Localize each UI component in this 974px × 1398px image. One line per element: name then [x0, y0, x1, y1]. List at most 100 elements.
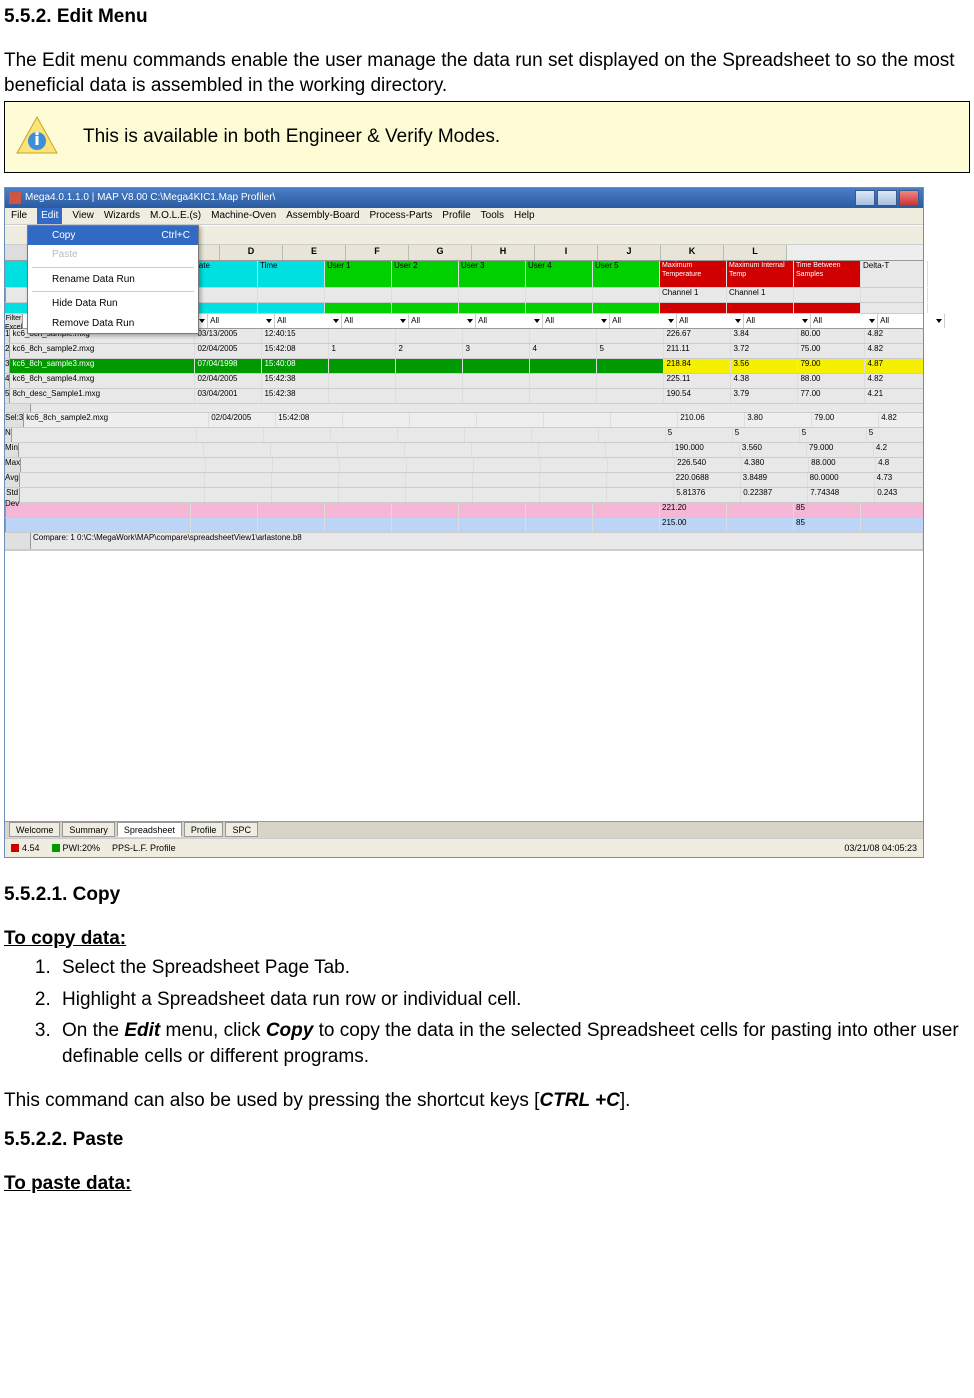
app-screenshot: Mega4.0.1.1.0 | MAP V8.00 C:\Mega4KIC1.M…	[4, 187, 924, 858]
menu-file[interactable]: File	[11, 209, 27, 223]
minimize-button[interactable]	[855, 190, 875, 206]
stats-row-min: Min 190.0003.56079.0004.2	[5, 443, 923, 458]
emphasis-copy: Copy	[266, 1020, 314, 1041]
hdr-user5: User 5	[593, 261, 660, 287]
menu-item-rename[interactable]: Rename Data Run	[28, 270, 198, 290]
sheet-tabs[interactable]: Welcome Summary Spreadsheet Profile SPC	[5, 821, 923, 838]
menu-item-hide[interactable]: Hide Data Run	[28, 294, 198, 314]
text-fragment: On the	[62, 1020, 124, 1041]
stats-row-max: Max 226.5404.38088.0004.8	[5, 458, 923, 473]
copy-procedure-head: To copy data:	[4, 926, 970, 952]
window-title: Mega4.0.1.1.0 | MAP V8.00 C:\Mega4KIC1.M…	[25, 191, 275, 205]
menu-item-paste: Paste	[28, 245, 198, 265]
section-heading: 5.5.2. Edit Menu	[4, 4, 970, 30]
menu-item-label: Paste	[52, 248, 78, 262]
empty-grid-area	[5, 550, 923, 821]
text-fragment: menu, click	[160, 1020, 266, 1041]
menu-separator	[32, 267, 194, 268]
hdr-deltat: Delta-T	[861, 261, 928, 287]
hdr-user1: User 1	[325, 261, 392, 287]
menu-item-label: Remove Data Run	[52, 317, 134, 331]
hdr-maxint: Maximum Internal Temp	[727, 261, 794, 287]
list-item: On the Edit menu, click Copy to copy the…	[56, 1018, 970, 1069]
table-row[interactable]: 2 kc6_8ch_sample2.mxg 02/04/200515:42:08…	[5, 344, 923, 359]
menu-view[interactable]: View	[72, 209, 94, 223]
paste-procedure-head: To paste data:	[4, 1171, 970, 1197]
menu-help[interactable]: Help	[514, 209, 535, 223]
status-profile: PPS-L.F. Profile	[112, 842, 176, 854]
menu-moles[interactable]: M.O.L.E.(s)	[150, 209, 201, 223]
table-row-selected[interactable]: 3 kc6_8ch_sample3.mxg 07/04/199815:40:08…	[5, 359, 923, 374]
emphasis-edit: Edit	[124, 1020, 160, 1041]
col-g[interactable]: G	[409, 245, 472, 260]
tab-summary[interactable]: Summary	[62, 822, 115, 837]
menu-item-label: Hide Data Run	[52, 297, 118, 311]
menu-separator	[32, 291, 194, 292]
status-value-1: 4.54	[22, 842, 40, 854]
menu-machine[interactable]: Machine-Oven	[211, 209, 276, 223]
info-note-box: This is available in both Engineer & Ver…	[4, 101, 970, 173]
col-h[interactable]: H	[472, 245, 535, 260]
shortcut-key: CTRL +C	[539, 1090, 619, 1111]
hdr-tbs: Time Between Samples	[794, 261, 861, 287]
tab-spreadsheet[interactable]: Spreadsheet	[117, 822, 182, 837]
menu-wizards[interactable]: Wizards	[104, 209, 140, 223]
list-item: Select the Spreadsheet Page Tab.	[56, 955, 970, 981]
subsection-paste: 5.5.2.2. Paste	[4, 1127, 970, 1153]
menu-item-remove[interactable]: Remove Data Run	[28, 314, 198, 334]
hdr-user2: User 2	[392, 261, 459, 287]
table-row[interactable]: 5 8ch_desc_Sample1.mxg 03/04/200115:42:3…	[5, 389, 923, 404]
col-d[interactable]: D	[220, 245, 283, 260]
menu-process[interactable]: Process-Parts	[370, 209, 433, 223]
hdr-date: Date	[191, 261, 258, 287]
intro-paragraph: The Edit menu commands enable the user m…	[4, 48, 970, 99]
menu-bar[interactable]: File Edit View Wizards M.O.L.E.(s) Machi…	[5, 208, 923, 225]
menu-profile[interactable]: Profile	[442, 209, 470, 223]
tab-welcome[interactable]: Welcome	[9, 822, 60, 837]
table-row[interactable]: 4 kc6_8ch_sample4.mxg 02/04/200515:42:38…	[5, 374, 923, 389]
stats-row-n: N 5555	[5, 428, 923, 443]
close-button[interactable]	[899, 190, 919, 206]
window-titlebar: Mega4.0.1.1.0 | MAP V8.00 C:\Mega4KIC1.M…	[5, 188, 923, 208]
status-bar: 4.54 PWI:20% PPS-L.F. Profile 03/21/08 0…	[5, 838, 923, 857]
col-f[interactable]: F	[346, 245, 409, 260]
hdr-time: Time	[258, 261, 325, 287]
col-i[interactable]: I	[535, 245, 598, 260]
col-l[interactable]: L	[724, 245, 787, 260]
compare-row: Compare: 1 0:\C:\MegaWork\MAP\compare\sp…	[5, 533, 923, 550]
threshold-row-upper: 221.2085	[5, 503, 923, 518]
menu-assembly[interactable]: Assembly-Board	[286, 209, 359, 223]
maximize-button[interactable]	[877, 190, 897, 206]
hdr-user3: User 3	[459, 261, 526, 287]
channel-i: Channel 1	[660, 288, 727, 302]
copy-steps-list: Select the Spreadsheet Page Tab. Highlig…	[56, 955, 970, 1070]
edit-dropdown: Copy Ctrl+C Paste Rename Data Run Hide D…	[27, 225, 199, 335]
menu-edit[interactable]: Edit	[37, 208, 62, 224]
col-e[interactable]: E	[283, 245, 346, 260]
status-datetime: 03/21/08 04:05:23	[844, 842, 917, 854]
menu-item-copy[interactable]: Copy Ctrl+C	[28, 226, 198, 246]
menu-item-label: Copy	[52, 229, 75, 243]
tab-spc[interactable]: SPC	[225, 822, 258, 837]
info-icon	[15, 115, 59, 159]
list-item: Highlight a Spreadsheet data run row or …	[56, 987, 970, 1013]
menu-tools[interactable]: Tools	[481, 209, 504, 223]
col-k[interactable]: K	[661, 245, 724, 260]
data-grid[interactable]: 1 kc6_8ch_sample.mxg 03/13/200512:40:15 …	[5, 329, 923, 550]
hdr-maxtemp: Maximum Temperature	[660, 261, 727, 287]
menu-item-accel: Ctrl+C	[161, 229, 190, 243]
shortcut-paragraph: This command can also be used by pressin…	[4, 1088, 970, 1114]
tab-profile[interactable]: Profile	[184, 822, 224, 837]
app-icon	[9, 192, 21, 204]
col-j[interactable]: J	[598, 245, 661, 260]
stats-row-avg: Avg 220.06883.848980.00004.73	[5, 473, 923, 488]
stats-row-stddev: Std Dev 5.813760.223877.743480.243	[5, 488, 923, 503]
subsection-copy: 5.5.2.1. Copy	[4, 882, 970, 908]
text-fragment: This command can also be used by pressin…	[4, 1090, 539, 1111]
text-fragment: ].	[620, 1090, 631, 1111]
menu-item-label: Rename Data Run	[52, 273, 135, 287]
selection-summary-row: Sel:3 kc6_8ch_sample2.mxg 02/04/200515:4…	[5, 413, 923, 428]
channel-j: Channel 1	[727, 288, 794, 302]
status-pwi: PWI:20%	[63, 842, 101, 854]
info-note-text: This is available in both Engineer & Ver…	[83, 124, 500, 150]
